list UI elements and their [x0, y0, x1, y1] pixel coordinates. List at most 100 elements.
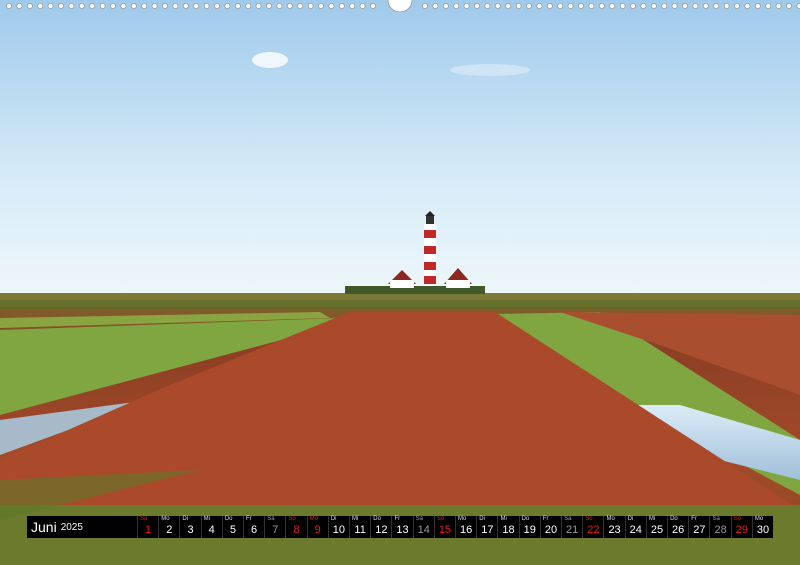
day-cell: Mi 11: [349, 516, 370, 538]
day-cell: So 8: [285, 516, 306, 538]
calendar-strip: Juni 2025 So 1 Mo 2 Di 3 Mi 4 Do 5 Fr 6 Sa 7 So 8 Mo 9 Di 1…: [27, 516, 773, 538]
weekday-label: So: [733, 516, 742, 522]
binding-hole: [526, 3, 533, 9]
day-cell: Mi 25: [645, 516, 667, 538]
weekday-label: Di: [627, 516, 634, 522]
day-cell: Sa 21: [561, 516, 582, 538]
binding-hole: [276, 3, 283, 9]
binding-hole: [609, 3, 616, 9]
weekday-label: Fr: [394, 516, 401, 522]
day-number: 29: [735, 524, 748, 536]
binding-hole: [317, 3, 324, 9]
day-cell: Di 10: [327, 516, 349, 538]
weekday-label: Sa: [267, 516, 275, 522]
day-cell: Fr 6: [243, 516, 264, 538]
day-number: 8: [293, 524, 300, 536]
day-number: 13: [396, 524, 409, 536]
weekday-label: Mi: [352, 516, 359, 522]
binding-hole: [172, 3, 179, 9]
binding-hole: [265, 3, 272, 9]
binding-hole: [369, 3, 376, 9]
binding-hole: [349, 3, 356, 9]
binding-hole: [432, 3, 439, 9]
binding-hole: [723, 3, 730, 9]
weekday-label: Do: [521, 516, 530, 522]
binding-hole: [682, 3, 689, 9]
weekday-label: Fr: [542, 516, 549, 522]
calendar-title: Juni 2025: [27, 516, 137, 538]
weekday-label: So: [288, 516, 296, 522]
binding-hole: [463, 3, 470, 9]
day-number: 25: [650, 524, 664, 536]
day-cell: Mi 18: [497, 516, 518, 538]
day-cell: Di 17: [476, 516, 497, 538]
binding-hole: [16, 3, 23, 9]
binding-hole: [744, 3, 751, 9]
day-list: So 1 Mo 2 Di 3 Mi 4 Do 5 Fr 6 Sa 7 So 8 Mo 9 Di 10 Mi 11 Do 12 F…: [137, 516, 773, 538]
day-number: 10: [332, 524, 346, 536]
binding-hole: [161, 3, 168, 9]
hanger-notch: [387, 0, 413, 13]
binding-hole: [26, 3, 33, 9]
binding-hole: [775, 3, 782, 9]
weekday-label: Do: [373, 516, 381, 522]
binding-hole: [307, 3, 314, 9]
day-number: 20: [544, 524, 558, 536]
day-cell: Sa 28: [709, 516, 730, 538]
weekday-label: Sa: [415, 516, 423, 522]
binding-hole: [765, 3, 772, 9]
binding-hole: [110, 3, 117, 9]
binding-hole: [68, 3, 75, 9]
day-cell: Mo 23: [603, 516, 624, 538]
weekday-label: So: [585, 516, 593, 522]
binding-hole: [297, 3, 304, 9]
day-cell: Do 12: [370, 516, 391, 538]
binding-hole: [567, 3, 574, 9]
day-cell: Di 3: [179, 516, 200, 538]
day-number: 11: [354, 524, 366, 536]
binding-hole: [37, 3, 44, 9]
binding-hole: [505, 3, 512, 9]
weekday-label: Fr: [246, 516, 252, 522]
weekday-label: Do: [670, 516, 678, 522]
binding-hole: [151, 3, 158, 9]
binding-hole: [182, 3, 189, 9]
binding-hole: [640, 3, 647, 9]
binding-hole: [6, 3, 12, 9]
binding-hole: [141, 3, 148, 9]
day-number: 12: [375, 524, 388, 536]
day-number: 28: [714, 524, 727, 536]
day-number: 30: [756, 524, 770, 536]
weekday-label: Mo: [754, 516, 764, 522]
day-number: 2: [166, 524, 173, 536]
binding-hole: [786, 3, 793, 9]
weekday-label: Di: [479, 516, 485, 522]
day-number: 14: [417, 524, 430, 536]
binding-hole: [78, 3, 85, 9]
binding-hole: [359, 3, 366, 9]
binding-hole: [692, 3, 699, 9]
weekday-label: Sa: [564, 516, 572, 522]
day-cell: Do 19: [518, 516, 540, 538]
binding-hole: [328, 3, 335, 9]
binding-hole: [245, 3, 252, 9]
binding-hole: [650, 3, 657, 9]
weekday-label: Fr: [691, 516, 697, 522]
day-number: 19: [523, 524, 536, 536]
binding-hole: [99, 3, 106, 9]
binding-hole: [193, 3, 200, 9]
spiral-binding: [6, 0, 800, 13]
weekday-label: Mo: [606, 516, 615, 522]
weekday-label: So: [436, 516, 445, 522]
day-number: 7: [272, 524, 279, 536]
weekday-label: Di: [330, 516, 337, 522]
day-cell: Do 5: [221, 516, 243, 538]
day-cell: So 15: [433, 516, 455, 538]
binding-hole: [286, 3, 293, 9]
weekday-label: Sa: [712, 516, 720, 522]
binding-hole: [588, 3, 595, 9]
year-label: 2025: [60, 521, 83, 533]
binding-hole: [578, 3, 585, 9]
day-number: 17: [481, 524, 494, 536]
day-cell: So 29: [730, 516, 752, 538]
